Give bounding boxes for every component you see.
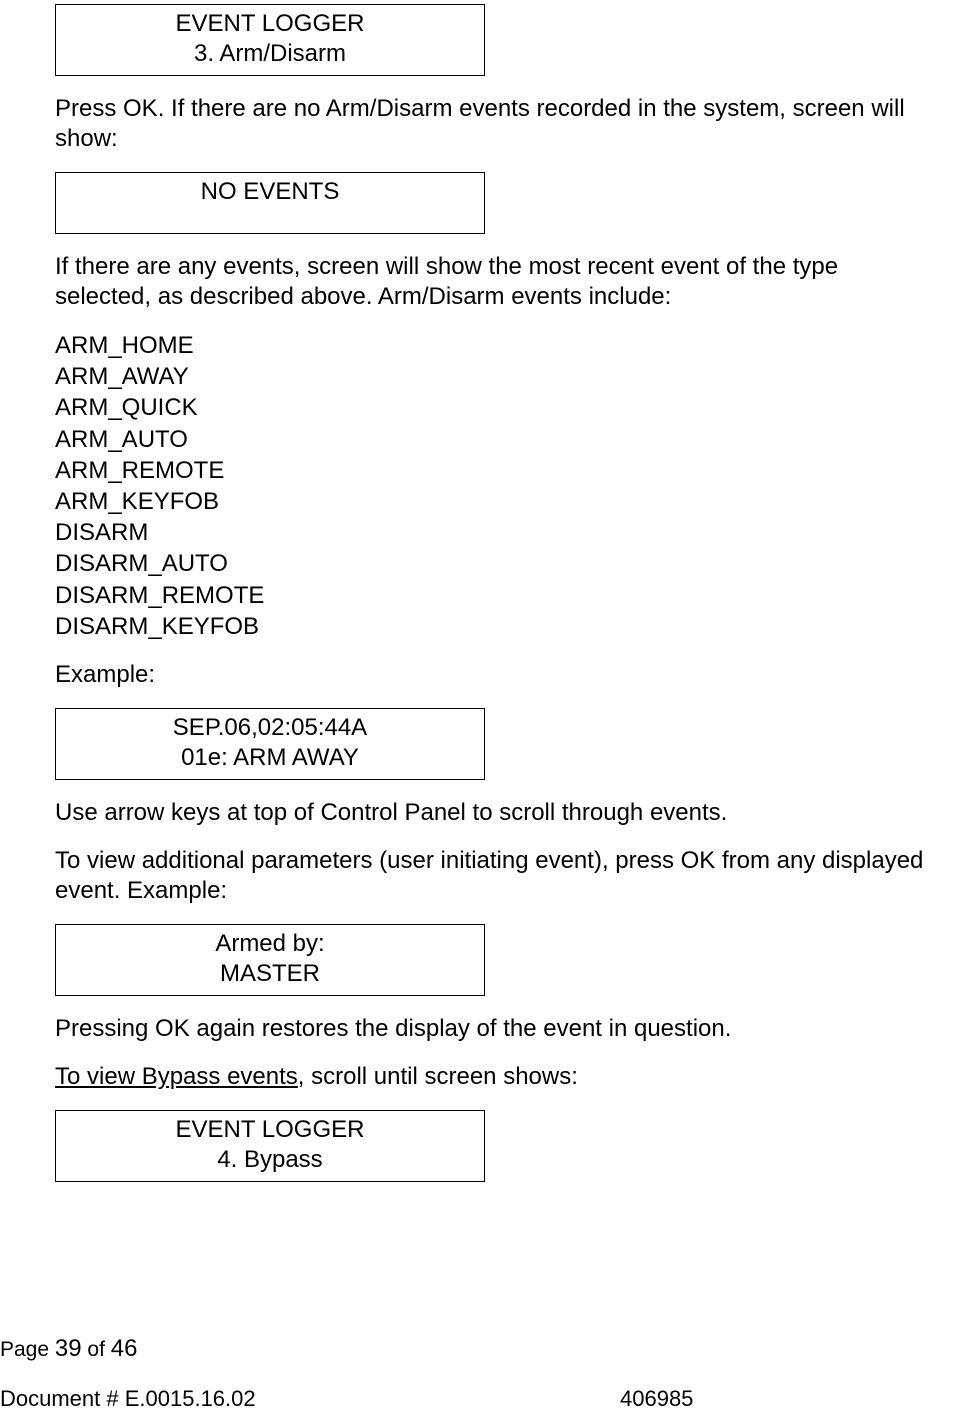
page-footer-document: Document # E.0015.16.02 406985 [0,1385,980,1413]
list-item: DISARM_KEYFOB [55,611,925,642]
paragraph: If there are any events, screen will sho… [55,252,925,312]
display-line: 01e: ARM AWAY [56,743,484,773]
paragraph: Press OK. If there are no Arm/Disarm eve… [55,94,925,154]
display-line: EVENT LOGGER [56,9,484,39]
page-label: Page [0,1338,55,1361]
display-line: EVENT LOGGER [56,1115,484,1145]
display-box-event-example: SEP.06,02:05:44A 01e: ARM AWAY [55,708,485,780]
paragraph: Pressing OK again restores the display o… [55,1014,925,1044]
event-type-list: ARM_HOME ARM_AWAY ARM_QUICK ARM_AUTO ARM… [55,330,925,642]
display-line: Armed by: [56,929,484,959]
display-box-event-logger-3: EVENT LOGGER 3. Arm/Disarm [55,4,485,76]
display-line: MASTER [56,959,484,989]
page-current: 39 [55,1335,82,1362]
document-code: 406985 [620,1385,693,1413]
display-box-no-events: NO EVENTS [55,172,485,234]
example-label: Example: [55,660,925,690]
list-item: DISARM [55,517,925,548]
paragraph-bypass-instruction: To view Bypass events, scroll until scre… [55,1062,925,1092]
paragraph: To view additional parameters (user init… [55,846,925,906]
display-box-event-logger-4: EVENT LOGGER 4. Bypass [55,1110,485,1182]
list-item: ARM_HOME [55,330,925,361]
document-number: Document # E.0015.16.02 [0,1386,256,1411]
paragraph: Use arrow keys at top of Control Panel t… [55,798,925,828]
list-item: DISARM_AUTO [55,548,925,579]
display-line: SEP.06,02:05:44A [56,713,484,743]
list-item: ARM_AWAY [55,361,925,392]
page-of-label: of [82,1338,111,1361]
display-box-armed-by: Armed by: MASTER [55,924,485,996]
list-item: DISARM_REMOTE [55,580,925,611]
list-item: ARM_REMOTE [55,455,925,486]
page-footer-pagination: Page 39 of 46 [0,1334,137,1364]
text: , scroll until screen shows: [298,1063,578,1090]
list-item: ARM_QUICK [55,392,925,423]
page-total: 46 [111,1335,138,1362]
list-item: ARM_KEYFOB [55,486,925,517]
display-line: 4. Bypass [56,1145,484,1175]
list-item: ARM_AUTO [55,424,925,455]
display-line: NO EVENTS [56,177,484,207]
display-line: 3. Arm/Disarm [56,39,484,69]
underlined-text: To view Bypass events [55,1063,298,1090]
